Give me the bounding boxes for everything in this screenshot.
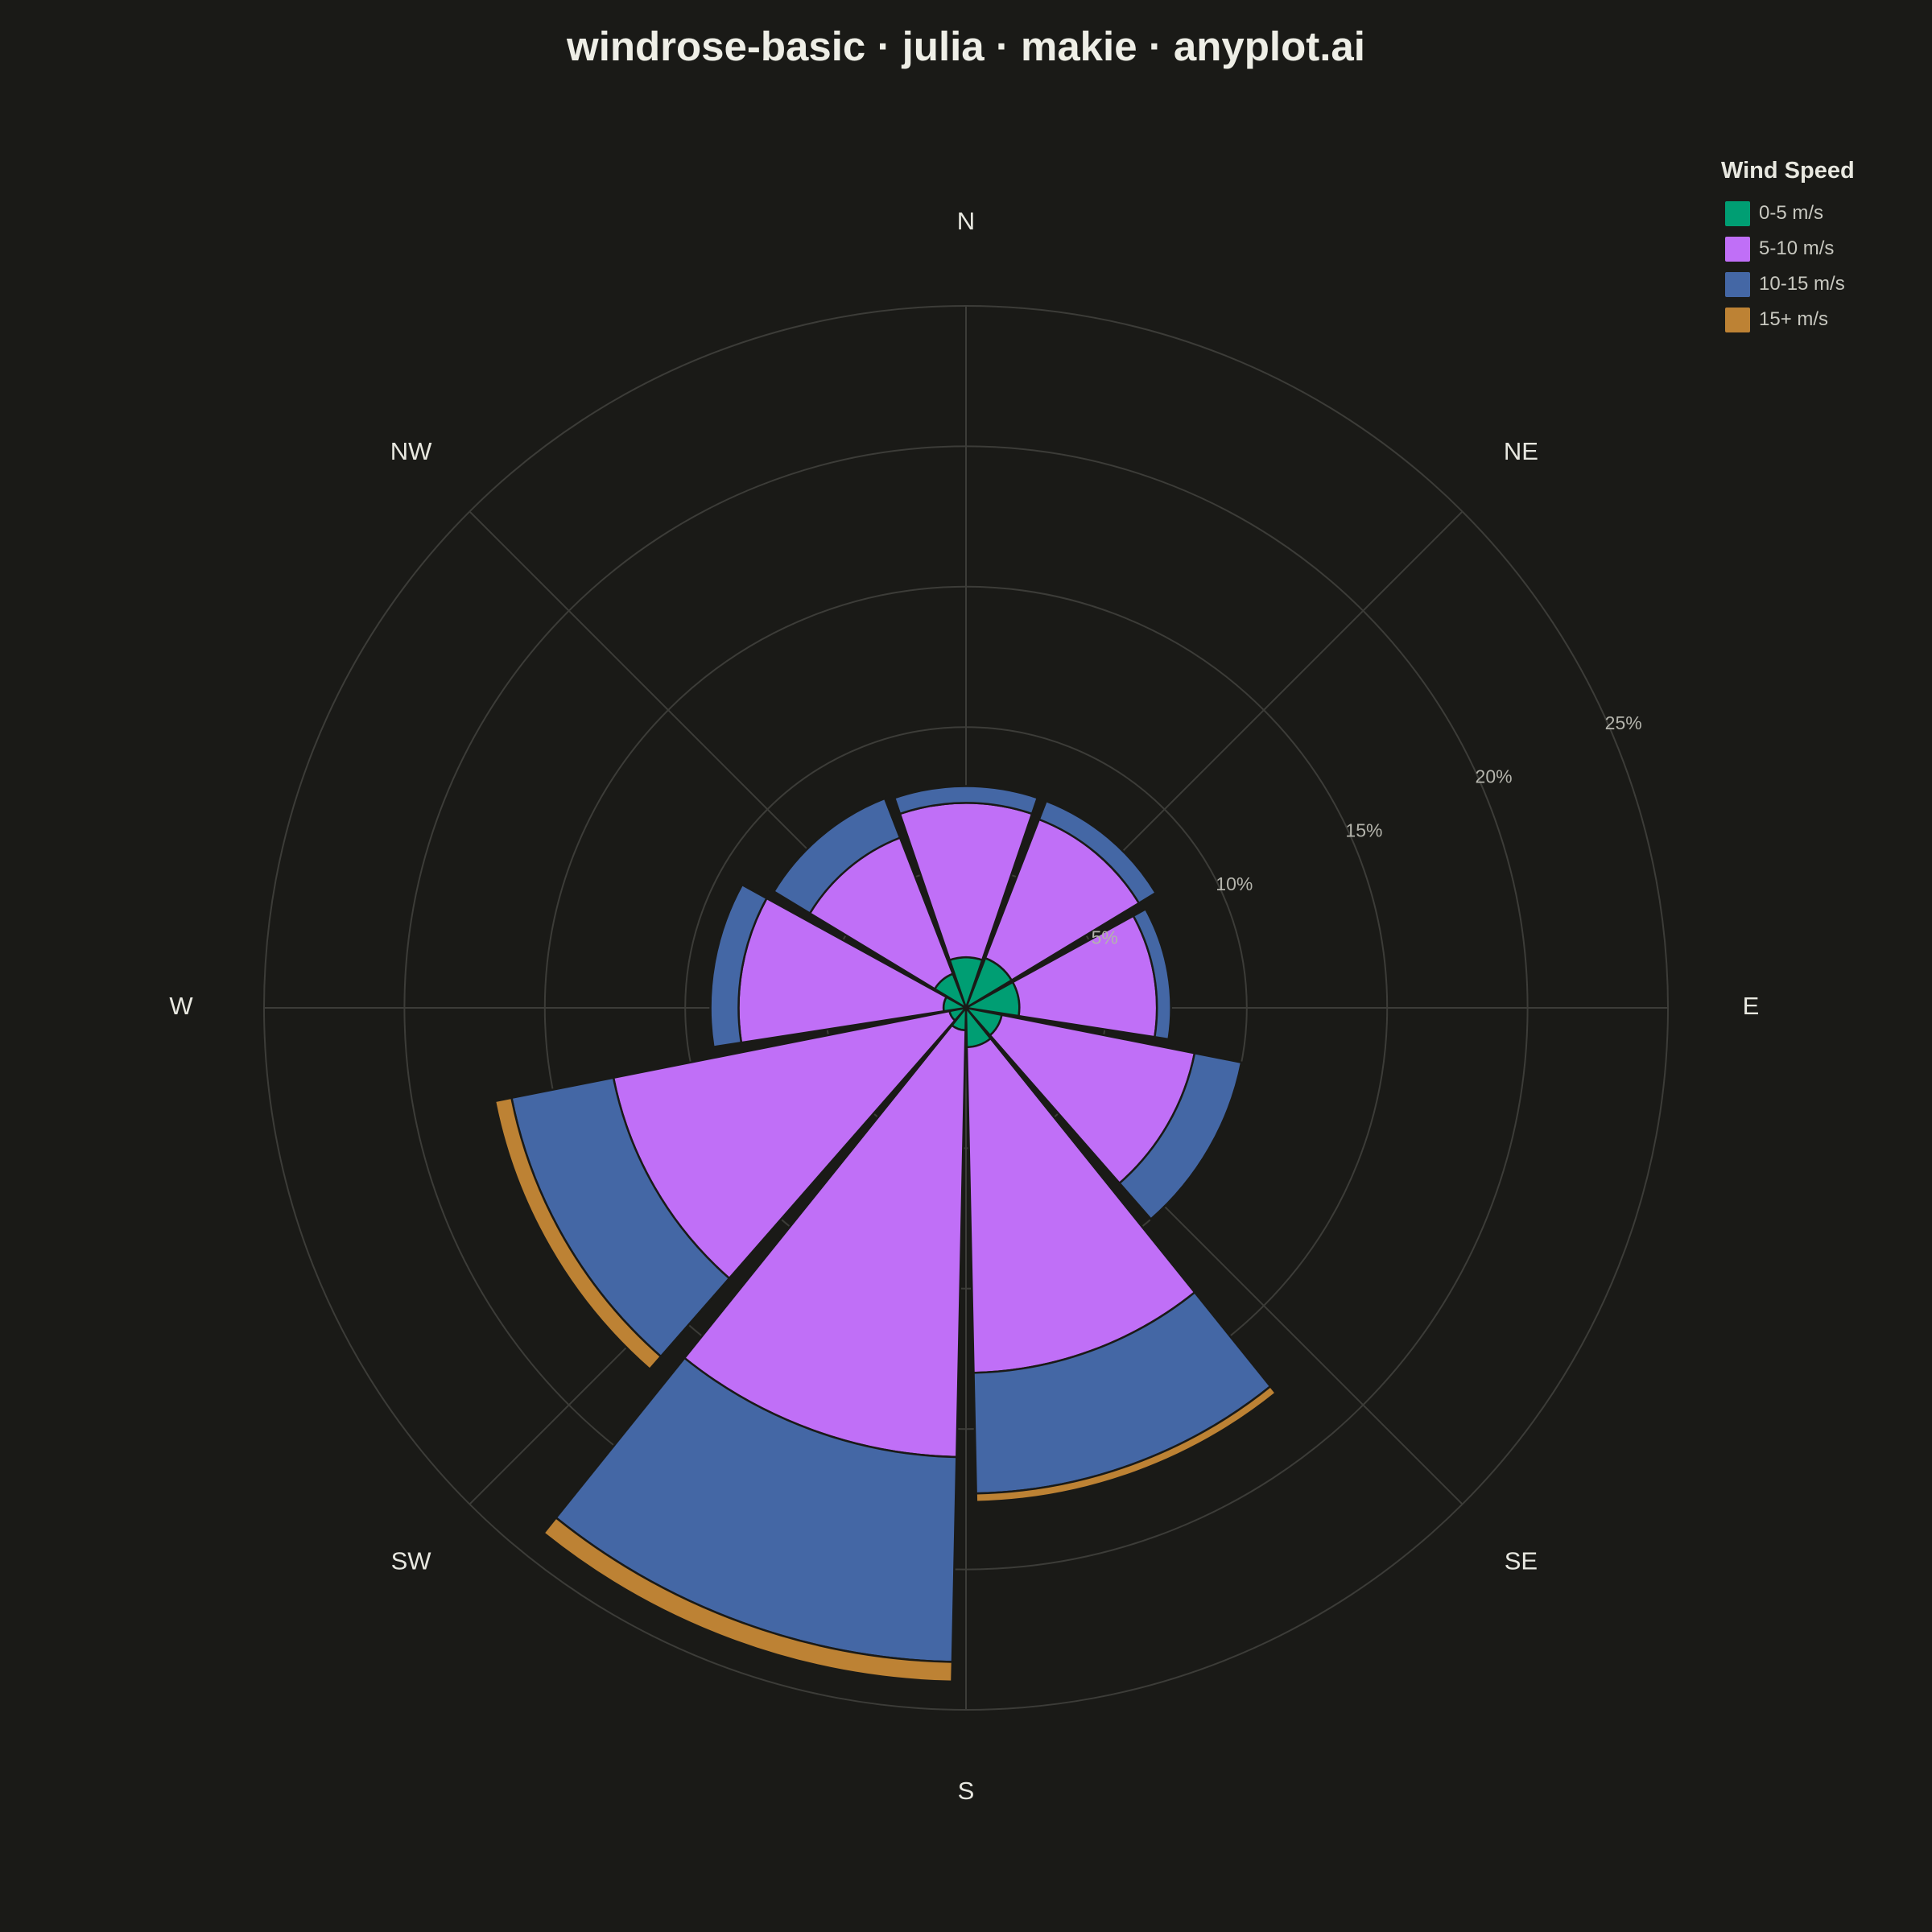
legend-swatch bbox=[1725, 307, 1750, 332]
legend-item-15-plus: 15+ m/s bbox=[1721, 302, 1855, 337]
direction-label: NW bbox=[390, 437, 432, 465]
direction-label: S bbox=[958, 1777, 975, 1805]
legend-item-5-10: 5-10 m/s bbox=[1721, 231, 1855, 266]
legend-item-0-5: 0-5 m/s bbox=[1721, 196, 1855, 231]
radial-tick-label: 5% bbox=[1092, 927, 1118, 948]
legend-label: 5-10 m/s bbox=[1759, 237, 1835, 259]
direction-label: N bbox=[957, 207, 975, 235]
radial-tick-label: 10% bbox=[1216, 873, 1253, 894]
legend-label: 15+ m/s bbox=[1759, 308, 1829, 330]
legend-swatch bbox=[1725, 236, 1750, 262]
legend-title: Wind Speed bbox=[1721, 158, 1855, 184]
legend: Wind Speed 0-5 m/s 5-10 m/s 10-15 m/s 15… bbox=[1721, 158, 1855, 337]
legend-label: 0-5 m/s bbox=[1759, 202, 1824, 224]
radial-tick-label: 25% bbox=[1605, 712, 1642, 733]
windrose-bars bbox=[493, 785, 1278, 1683]
windrose-chart: 5% 10% 15% 20% 25% N NE E SE S SW W NW bbox=[169, 207, 1760, 1805]
legend-item-10-15: 10-15 m/s bbox=[1721, 266, 1855, 302]
radial-tick-labels: 5% 10% 15% 20% 25% bbox=[1092, 712, 1642, 948]
radial-tick-label: 15% bbox=[1345, 819, 1382, 840]
direction-label: NE bbox=[1504, 437, 1538, 465]
direction-label: SW bbox=[391, 1547, 432, 1575]
legend-label: 10-15 m/s bbox=[1759, 273, 1845, 295]
direction-label: E bbox=[1743, 992, 1760, 1020]
radial-tick-label: 20% bbox=[1476, 766, 1513, 787]
direction-label: SE bbox=[1505, 1547, 1538, 1575]
direction-label: W bbox=[169, 992, 193, 1020]
legend-swatch bbox=[1725, 271, 1750, 297]
legend-swatch bbox=[1725, 200, 1750, 226]
